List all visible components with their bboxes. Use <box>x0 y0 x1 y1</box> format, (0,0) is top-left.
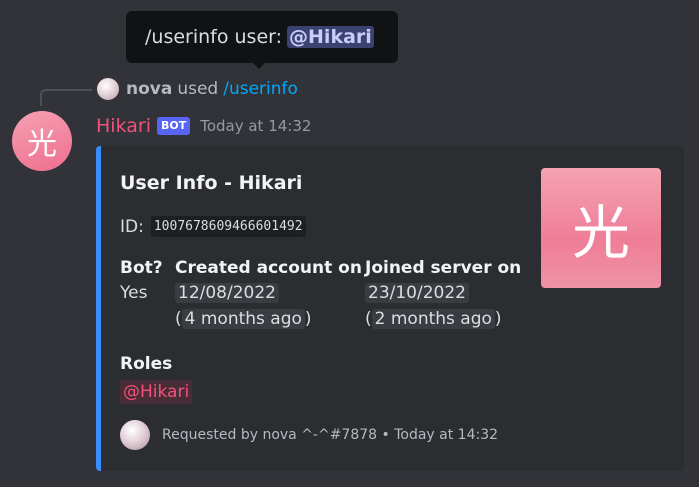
field-bot: Bot? Yes <box>120 256 163 306</box>
footer-text: Requested by nova ^-^#7878 • Today at 14… <box>162 427 499 443</box>
role-mention-hikari[interactable]: @Hikari <box>120 380 193 404</box>
field-created-date-row: 12/08/2022 <box>175 280 362 306</box>
embed-id-row: ID: 1007678609466601492 <box>120 216 306 237</box>
bot-badge: BOT <box>156 117 191 135</box>
reply-command-link[interactable]: /userinfo <box>223 79 298 99</box>
roles-label: Roles <box>120 354 173 374</box>
reply-spine <box>40 89 92 106</box>
reply-user-avatar[interactable] <box>97 78 119 100</box>
id-code-block: 1007678609466601492 <box>150 216 306 237</box>
field-bot-name: Bot? <box>120 258 163 278</box>
field-created-name: Created account on <box>175 258 362 278</box>
message-timestamp[interactable]: Today at 14:32 <box>200 117 311 135</box>
tooltip-command-text: /userinfo user: <box>145 26 283 48</box>
command-reply-context[interactable]: nova used /userinfo <box>97 78 298 100</box>
roles-field: Roles @Hikari <box>120 352 193 404</box>
field-bot-value: Yes <box>120 283 148 303</box>
message-header: Hikari BOT Today at 14:32 <box>96 113 311 139</box>
embed-title: User Info - Hikari <box>120 172 303 194</box>
reply-username[interactable]: nova <box>126 79 172 99</box>
joined-date-timestamp[interactable]: 23/10/2022 <box>365 283 469 303</box>
author-name[interactable]: Hikari <box>96 115 151 137</box>
footer-avatar-icon <box>120 420 150 450</box>
field-joined-date-row: 23/10/2022 <box>365 280 521 306</box>
thumbnail-glyph: 光 <box>571 199 630 267</box>
embed-footer: Requested by nova ^-^#7878 • Today at 14… <box>120 420 498 450</box>
avatar-glyph: 光 <box>27 127 57 162</box>
field-joined-server: Joined server on 23/10/2022 (2 months ag… <box>365 256 521 332</box>
field-joined-relative-row: (2 months ago) <box>365 309 502 329</box>
userinfo-embed: User Info - Hikari ID: 10076786094666014… <box>96 146 684 471</box>
id-label: ID: <box>120 216 144 237</box>
embed-thumbnail[interactable]: 光 <box>541 168 661 288</box>
command-tooltip: /userinfo user: @Hikari <box>126 11 398 63</box>
created-date-timestamp[interactable]: 12/08/2022 <box>175 283 279 303</box>
reply-used-text: used <box>177 79 219 99</box>
field-joined-name: Joined server on <box>365 258 522 278</box>
field-created-account: Created account on 12/08/2022 (4 months … <box>175 256 362 332</box>
joined-relative-timestamp[interactable]: 2 months ago <box>371 309 495 329</box>
discord-message-view: /userinfo user: @Hikari nova used /useri… <box>0 0 699 487</box>
created-relative-timestamp[interactable]: 4 months ago <box>181 309 305 329</box>
tooltip-user-mention: @Hikari <box>287 26 374 48</box>
tooltip-arrow-icon <box>252 62 266 69</box>
field-created-relative-row: (4 months ago) <box>175 309 312 329</box>
author-avatar[interactable]: 光 <box>12 111 72 171</box>
